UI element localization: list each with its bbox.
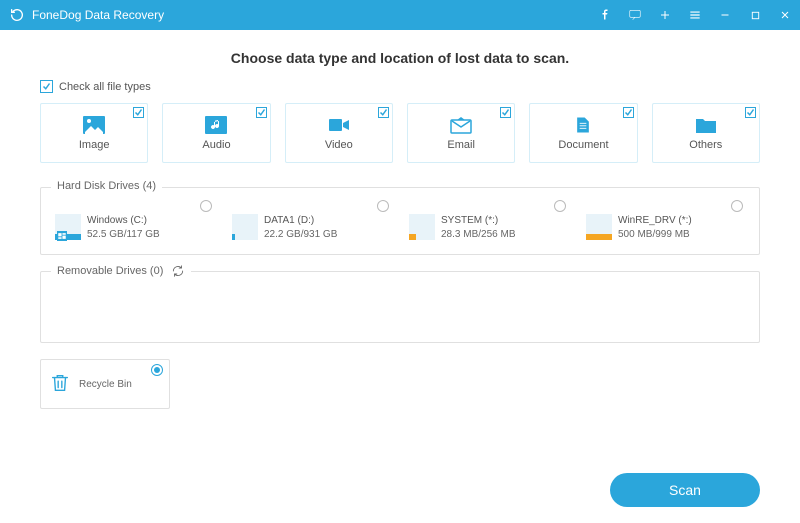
removable-drives-group: Removable Drives (0)	[40, 271, 760, 343]
type-card-label: Document	[558, 139, 608, 151]
radio-icon	[554, 200, 566, 212]
drive-space: 52.5 GB/117 GB	[87, 228, 160, 242]
type-card-email[interactable]: Email	[407, 103, 515, 163]
drive-icon	[232, 214, 258, 240]
type-card-image[interactable]: Image	[40, 103, 148, 163]
removable-legend: Removable Drives (0)	[57, 265, 163, 277]
type-card-label: Image	[79, 139, 110, 151]
page-heading: Choose data type and location of lost da…	[40, 50, 760, 66]
checkbox-icon	[500, 107, 511, 118]
radio-icon	[731, 200, 743, 212]
drive-icon	[586, 214, 612, 240]
hard-disk-group: Hard Disk Drives (4) Windows (C:) 52.5 G…	[40, 187, 760, 255]
email-icon	[449, 115, 473, 135]
image-icon	[82, 115, 106, 135]
radio-icon	[151, 364, 163, 376]
drive-space: 22.2 GB/931 GB	[264, 228, 337, 242]
check-all-label: Check all file types	[59, 81, 151, 93]
type-card-others[interactable]: Others	[652, 103, 760, 163]
document-icon	[571, 115, 595, 135]
drive-name: Windows (C:)	[87, 214, 160, 228]
app-title: FoneDog Data Recovery	[32, 8, 164, 22]
checkbox-icon	[623, 107, 634, 118]
drive-item[interactable]: WinRE_DRV (*:) 500 MB/999 MB	[582, 200, 749, 244]
drive-item[interactable]: Windows (C:) 52.5 GB/117 GB	[51, 200, 218, 244]
type-card-label: Audio	[202, 139, 230, 151]
scan-button[interactable]: Scan	[610, 473, 760, 507]
file-types-row: Image Audio Video Email	[40, 103, 760, 163]
type-card-document[interactable]: Document	[529, 103, 637, 163]
plus-icon[interactable]	[650, 0, 680, 30]
checkbox-icon	[256, 107, 267, 118]
drive-item[interactable]: DATA1 (D:) 22.2 GB/931 GB	[228, 200, 395, 244]
drive-name: DATA1 (D:)	[264, 214, 337, 228]
titlebar: FoneDog Data Recovery	[0, 0, 800, 30]
checkbox-icon	[40, 80, 53, 93]
check-all-filetypes[interactable]: Check all file types	[40, 80, 760, 93]
type-card-label: Others	[689, 139, 722, 151]
radio-icon	[377, 200, 389, 212]
trash-icon	[49, 372, 71, 397]
feedback-icon[interactable]	[620, 0, 650, 30]
drive-item[interactable]: SYSTEM (*:) 28.3 MB/256 MB	[405, 200, 572, 244]
refresh-icon[interactable]	[171, 264, 185, 278]
audio-icon	[204, 115, 228, 135]
close-icon[interactable]	[770, 0, 800, 30]
drive-icon	[55, 214, 81, 240]
folder-icon	[694, 115, 718, 135]
drive-name: SYSTEM (*:)	[441, 214, 515, 228]
facebook-icon[interactable]	[590, 0, 620, 30]
drive-name: WinRE_DRV (*:)	[618, 214, 692, 228]
radio-icon	[200, 200, 212, 212]
type-card-audio[interactable]: Audio	[162, 103, 270, 163]
type-card-label: Email	[447, 139, 475, 151]
drive-space: 28.3 MB/256 MB	[441, 228, 515, 242]
video-icon	[327, 115, 351, 135]
type-card-label: Video	[325, 139, 353, 151]
main-content: Choose data type and location of lost da…	[0, 30, 800, 523]
app-logo-icon	[8, 6, 26, 24]
menu-icon[interactable]	[680, 0, 710, 30]
minimize-icon[interactable]	[710, 0, 740, 30]
checkbox-icon	[745, 107, 756, 118]
maximize-icon[interactable]	[740, 0, 770, 30]
checkbox-icon	[133, 107, 144, 118]
checkbox-icon	[378, 107, 389, 118]
recycle-bin-label: Recycle Bin	[79, 379, 132, 390]
recycle-bin-card[interactable]: Recycle Bin	[40, 359, 170, 409]
drive-space: 500 MB/999 MB	[618, 228, 692, 242]
hard-disk-legend: Hard Disk Drives (4)	[51, 180, 162, 192]
type-card-video[interactable]: Video	[285, 103, 393, 163]
drive-icon	[409, 214, 435, 240]
